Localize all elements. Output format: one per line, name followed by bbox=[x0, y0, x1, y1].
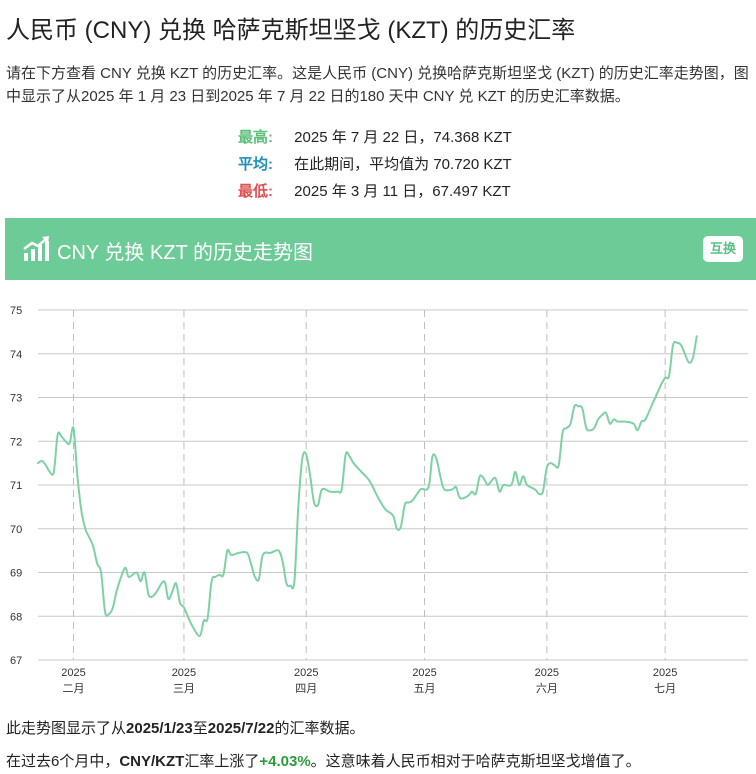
y-tick-label: 74 bbox=[10, 349, 22, 361]
x-tick-month: 三月 bbox=[173, 683, 195, 695]
y-tick-label: 71 bbox=[10, 480, 22, 492]
stat-low: 最低: 2025 年 3 月 11 日，67.497 KZT bbox=[238, 178, 512, 205]
y-tick-label: 69 bbox=[10, 568, 22, 580]
footer-change-text: 在过去6个月中，CNY/KZT汇率上涨了+4.03%。这意味着人民币相对于哈萨克… bbox=[6, 750, 641, 771]
footer-range-end: 2025/7/22 bbox=[207, 720, 275, 737]
x-tick-month: 四月 bbox=[295, 683, 317, 695]
stat-high-label: 最高: bbox=[238, 129, 273, 146]
chart-horizontal-grid bbox=[38, 309, 748, 661]
footer-change-suffix: 。这意味着人民币相对于哈萨克斯坦坚戈增值了。 bbox=[310, 753, 641, 770]
y-tick-label: 75 bbox=[10, 305, 22, 317]
footer-range-prefix: 此走势图显示了从 bbox=[6, 720, 127, 737]
chart-y-axis: 67 68 69 70 71 72 73 74 75 bbox=[10, 305, 22, 667]
x-tick-year: 2025 bbox=[294, 667, 318, 679]
chart-banner-title: CNY 兑换 KZT 的历史走势图 bbox=[57, 242, 313, 264]
footer-change-percent: +4.03% bbox=[259, 753, 311, 770]
chart-series-line bbox=[37, 335, 698, 637]
x-tick-year: 2025 bbox=[61, 667, 85, 679]
y-tick-label: 73 bbox=[10, 393, 22, 405]
chart-x-axis: 2025 二月 2025 三月 2025 四月 2025 五月 2025 六月 2025 七月 bbox=[61, 667, 677, 695]
x-tick-month: 七月 bbox=[654, 682, 676, 695]
stat-average-label: 平均: bbox=[238, 156, 273, 173]
y-tick-label: 67 bbox=[10, 655, 22, 667]
x-tick-month: 六月 bbox=[536, 682, 558, 695]
page-description: 请在下方查看 CNY 兑换 KZT 的历史汇率。这是人民币 (CNY) 兑换哈萨… bbox=[6, 65, 749, 105]
x-tick-month: 二月 bbox=[63, 683, 85, 695]
footer-change-pair: CNY/KZT bbox=[119, 753, 185, 770]
rate-stats: 最高: 2025 年 7 月 22 日，74.368 KZT 平均: 在此期间，… bbox=[238, 124, 512, 205]
x-tick-month: 五月 bbox=[414, 683, 436, 695]
y-tick-label: 70 bbox=[10, 524, 22, 536]
stat-low-value: 2025 年 3 月 11 日，67.497 KZT bbox=[294, 183, 511, 200]
y-tick-label: 68 bbox=[10, 611, 22, 623]
footer-range-text: 此走势图显示了从2025/1/23至2025/7/22的汇率数据。 bbox=[6, 717, 365, 738]
history-line-chart: 676869707172737475 2025二月2025三月2025四月202… bbox=[10, 305, 748, 695]
x-tick-year: 2025 bbox=[535, 667, 559, 679]
footer-change-prefix: 在过去6个月中， bbox=[6, 753, 120, 770]
swap-currency-button[interactable]: 互换 bbox=[703, 236, 743, 262]
chart-banner: CNY 兑换 KZT 的历史走势图 互换 bbox=[5, 218, 756, 280]
footer-range-start: 2025/1/23 bbox=[126, 720, 193, 737]
chart-trend-icon bbox=[23, 236, 49, 261]
footer-range-suffix: 的汇率数据。 bbox=[274, 720, 365, 737]
y-tick-label: 72 bbox=[10, 436, 22, 448]
page-title: 人民币 (CNY) 兑换 哈萨克斯坦坚戈 (KZT) 的历史汇率 bbox=[6, 17, 576, 44]
stat-average: 平均: 在此期间，平均值为 70.720 KZT bbox=[238, 151, 512, 178]
x-tick-year: 2025 bbox=[412, 667, 436, 679]
footer-range-mid: 至 bbox=[192, 720, 208, 737]
stat-low-label: 最低: bbox=[238, 183, 273, 200]
x-tick-year: 2025 bbox=[172, 667, 196, 679]
stat-high: 最高: 2025 年 7 月 22 日，74.368 KZT bbox=[238, 124, 512, 151]
stat-high-value: 2025 年 7 月 22 日，74.368 KZT bbox=[294, 129, 512, 146]
footer-change-mid: 汇率上涨了 bbox=[184, 753, 260, 770]
stat-average-value: 在此期间，平均值为 70.720 KZT bbox=[294, 156, 512, 173]
x-tick-year: 2025 bbox=[653, 667, 677, 679]
